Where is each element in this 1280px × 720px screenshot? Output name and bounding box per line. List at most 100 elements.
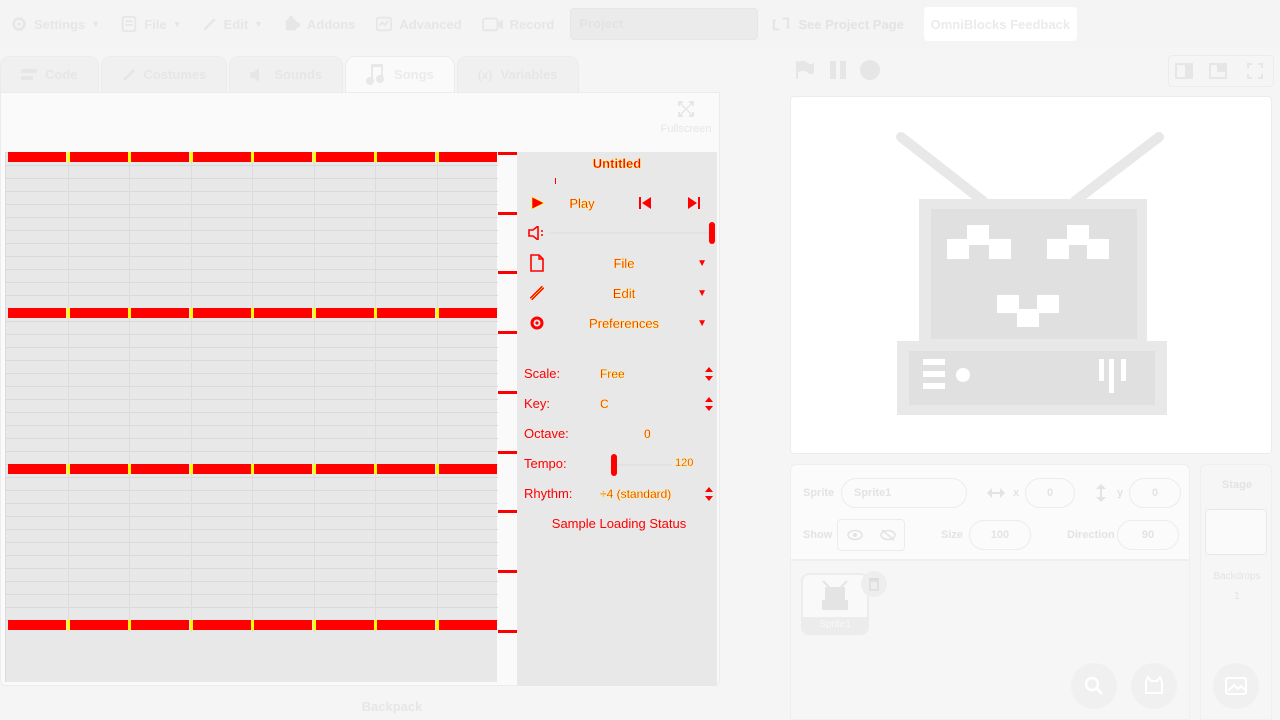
tempo-slider-thumb[interactable] [611, 454, 617, 476]
volume-slider[interactable] [549, 232, 713, 234]
fullscreen-icon[interactable] [1247, 63, 1263, 79]
volume-slider-thumb[interactable] [709, 222, 715, 244]
scale-select[interactable]: Free [600, 367, 625, 381]
tempo-slider[interactable] [612, 464, 672, 466]
code-icon [21, 68, 37, 80]
key-select[interactable]: C [600, 397, 609, 411]
edit-dropdown-label: Edit [612, 285, 636, 301]
play-icon[interactable] [531, 196, 545, 210]
tab-sounds[interactable]: Sounds [229, 56, 344, 92]
octave-bar-separator [435, 308, 439, 318]
eye-hidden-icon[interactable] [880, 529, 896, 541]
playback-row: Play [523, 190, 713, 216]
octave-bar [131, 620, 189, 630]
skip-to-end-icon[interactable] [687, 197, 701, 209]
advanced-menu[interactable]: Advanced [365, 0, 471, 48]
octave-bar-separator [66, 152, 70, 162]
tab-code[interactable]: Code [0, 56, 99, 92]
backpack-toggle[interactable]: Backpack [0, 694, 784, 720]
choose-sprite-button[interactable] [1131, 663, 1177, 709]
octave-bar [8, 152, 66, 162]
octave-bar [254, 620, 312, 630]
fullscreen-button[interactable]: Fullscreen [657, 101, 715, 135]
image-icon [1225, 677, 1247, 695]
octave-bar [377, 152, 435, 162]
omniblocks-editor: Settings ▼ File ▼ Edit ▼ Addons Advanced… [0, 0, 1280, 720]
octave-bar [8, 620, 66, 630]
songs-panel: Fullscreen Untitled Play File ▼ Edit ▼ P… [0, 92, 720, 686]
key-label: Key: [524, 396, 551, 411]
chevron-down-icon: ▼ [172, 19, 182, 29]
settings-menu[interactable]: Settings ▼ [0, 0, 110, 48]
size-input[interactable]: 100 [969, 520, 1031, 550]
editor-tabs: Code Costumes Sounds Songs (x) Variables [0, 56, 581, 92]
skip-to-start-icon[interactable] [638, 197, 652, 209]
gear-icon [530, 316, 544, 330]
octave-bar [315, 620, 374, 630]
octave-bar [315, 308, 374, 318]
octave-bar-separator [435, 152, 439, 162]
pause-icon[interactable] [827, 59, 849, 81]
stage-selector-pane: Stage Backdrops 1 [1200, 464, 1272, 720]
eye-icon[interactable] [847, 529, 863, 541]
grid-column [375, 152, 376, 632]
file-dropdown[interactable]: File ▼ [523, 250, 713, 276]
x-position-input[interactable]: 0 [1025, 478, 1075, 508]
sprite-tile[interactable]: Sprite1 [801, 571, 887, 635]
large-stage-icon[interactable] [1209, 63, 1227, 79]
small-stage-icon[interactable] [1175, 63, 1193, 79]
edit-dropdown[interactable]: Edit ▼ [523, 280, 713, 306]
green-flag-icon[interactable] [794, 59, 816, 81]
tempo-value: 120 [675, 457, 694, 469]
tab-songs-label: Songs [394, 67, 434, 82]
variables-icon: (x) [477, 67, 493, 82]
tab-variables-label: Variables [500, 67, 558, 82]
sprite-tile-name: Sprite1 [803, 617, 867, 633]
edit-menu[interactable]: Edit ▼ [192, 0, 273, 48]
octave-bar [438, 308, 497, 318]
tab-songs[interactable]: Songs [345, 56, 455, 92]
preferences-dropdown[interactable]: Preferences ▼ [523, 310, 713, 336]
song-title[interactable]: Untitled [517, 156, 717, 171]
see-project-page-button[interactable]: See Project Page [772, 15, 904, 33]
puzzle-icon [285, 15, 301, 31]
octave-bar [8, 464, 66, 474]
sprite-name-input[interactable]: Sprite1 [841, 478, 967, 508]
chevron-down-icon: ▼ [254, 19, 264, 29]
record-menu[interactable]: Record [472, 0, 565, 48]
piano-roll-grid[interactable] [5, 152, 498, 682]
play-button[interactable]: Play [547, 195, 617, 210]
feedback-button[interactable]: OmniBlocks Feedback [923, 7, 1077, 41]
octave-bar-separator [312, 308, 316, 318]
octave-bar-separator [128, 308, 131, 318]
beat-marker [498, 271, 518, 275]
rhythm-select[interactable]: ÷4 (standard) [600, 487, 672, 501]
tab-costumes[interactable]: Costumes [100, 56, 228, 92]
addons-menu[interactable]: Addons [273, 0, 365, 48]
direction-input[interactable]: 90 [1117, 520, 1179, 550]
grid-column [313, 152, 315, 632]
stop-icon[interactable] [859, 59, 881, 81]
tab-variables[interactable]: (x) Variables [456, 56, 579, 92]
stage-canvas[interactable] [790, 96, 1272, 454]
stage-thumbnail[interactable] [1205, 509, 1267, 555]
y-position-input[interactable]: 0 [1129, 478, 1181, 508]
choose-backdrop-button[interactable] [1213, 663, 1259, 709]
y-label: y [1117, 487, 1124, 499]
file-dropdown-label: File [613, 255, 635, 271]
octave-input[interactable]: 0 [644, 427, 651, 441]
chevron-down-icon: ▼ [91, 19, 101, 29]
octave-bar [131, 308, 189, 318]
beat-marker [498, 450, 518, 454]
stage-controls [794, 55, 1280, 87]
delete-sprite-button[interactable] [861, 571, 887, 597]
pencil-icon [529, 285, 545, 301]
search-sprite-button[interactable] [1071, 663, 1117, 709]
project-title-input[interactable]: Project [570, 8, 759, 40]
file-menu[interactable]: File ▼ [110, 0, 191, 48]
grid-column [436, 152, 438, 632]
beat-marker [498, 390, 518, 394]
brush-icon [122, 68, 135, 81]
octave-bar [438, 464, 497, 474]
octave-bar-separator [374, 464, 377, 474]
